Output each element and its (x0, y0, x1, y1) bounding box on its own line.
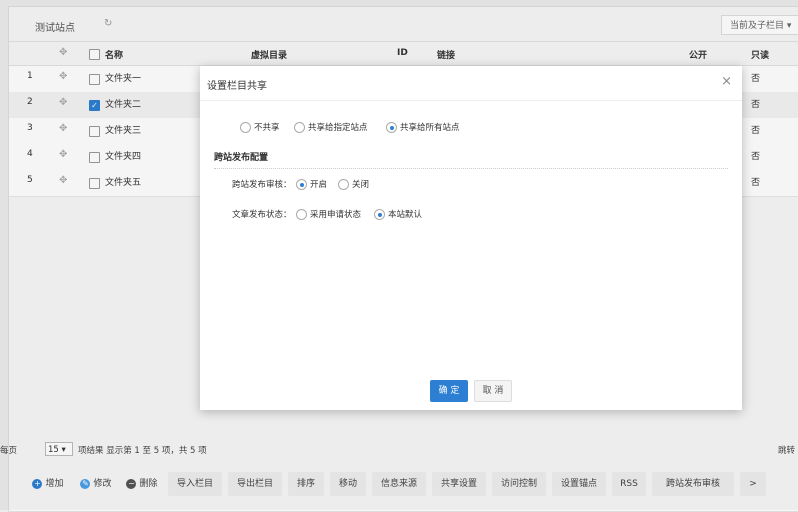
radio-icon (338, 179, 349, 190)
option-label: 共享给所有站点 (400, 123, 460, 133)
share-settings-dialog: 设置栏目共享 × 不共享 共享给指定站点 共享给所有站点 跨站发布配置 跨站发布… (200, 66, 742, 410)
dialog-title: 设置栏目共享 (207, 81, 267, 92)
radio-icon (240, 122, 251, 133)
option-label: 开启 (310, 180, 328, 190)
share-option-specified[interactable]: 共享给指定站点 (294, 121, 368, 133)
dialog-header: 设置栏目共享 × (200, 66, 742, 101)
close-icon[interactable]: × (721, 74, 732, 89)
option-label: 采用申请状态 (310, 210, 362, 220)
radio-selected-icon (296, 179, 307, 190)
option-label: 不共享 (254, 123, 280, 133)
status-option-default[interactable]: 本站默认 (374, 208, 422, 220)
option-label: 关闭 (352, 180, 370, 190)
review-option-off[interactable]: 关闭 (338, 178, 369, 190)
option-label: 本站默认 (388, 210, 423, 220)
share-option-none[interactable]: 不共享 (240, 121, 280, 133)
status-label: 文章发布状态： (232, 210, 292, 220)
option-label: 共享给指定站点 (308, 123, 368, 133)
share-option-all[interactable]: 共享给所有站点 (386, 121, 460, 133)
radio-icon (296, 209, 307, 220)
radio-selected-icon (386, 122, 397, 133)
review-label: 跨站发布审核： (232, 180, 292, 190)
confirm-button[interactable]: 确 定 (430, 380, 468, 402)
status-option-apply[interactable]: 采用申请状态 (296, 208, 361, 220)
divider (214, 168, 728, 169)
radio-icon (294, 122, 305, 133)
review-option-on[interactable]: 开启 (296, 178, 327, 190)
section-title: 跨站发布配置 (214, 153, 269, 163)
radio-selected-icon (374, 209, 385, 220)
cancel-button[interactable]: 取 消 (474, 380, 512, 402)
